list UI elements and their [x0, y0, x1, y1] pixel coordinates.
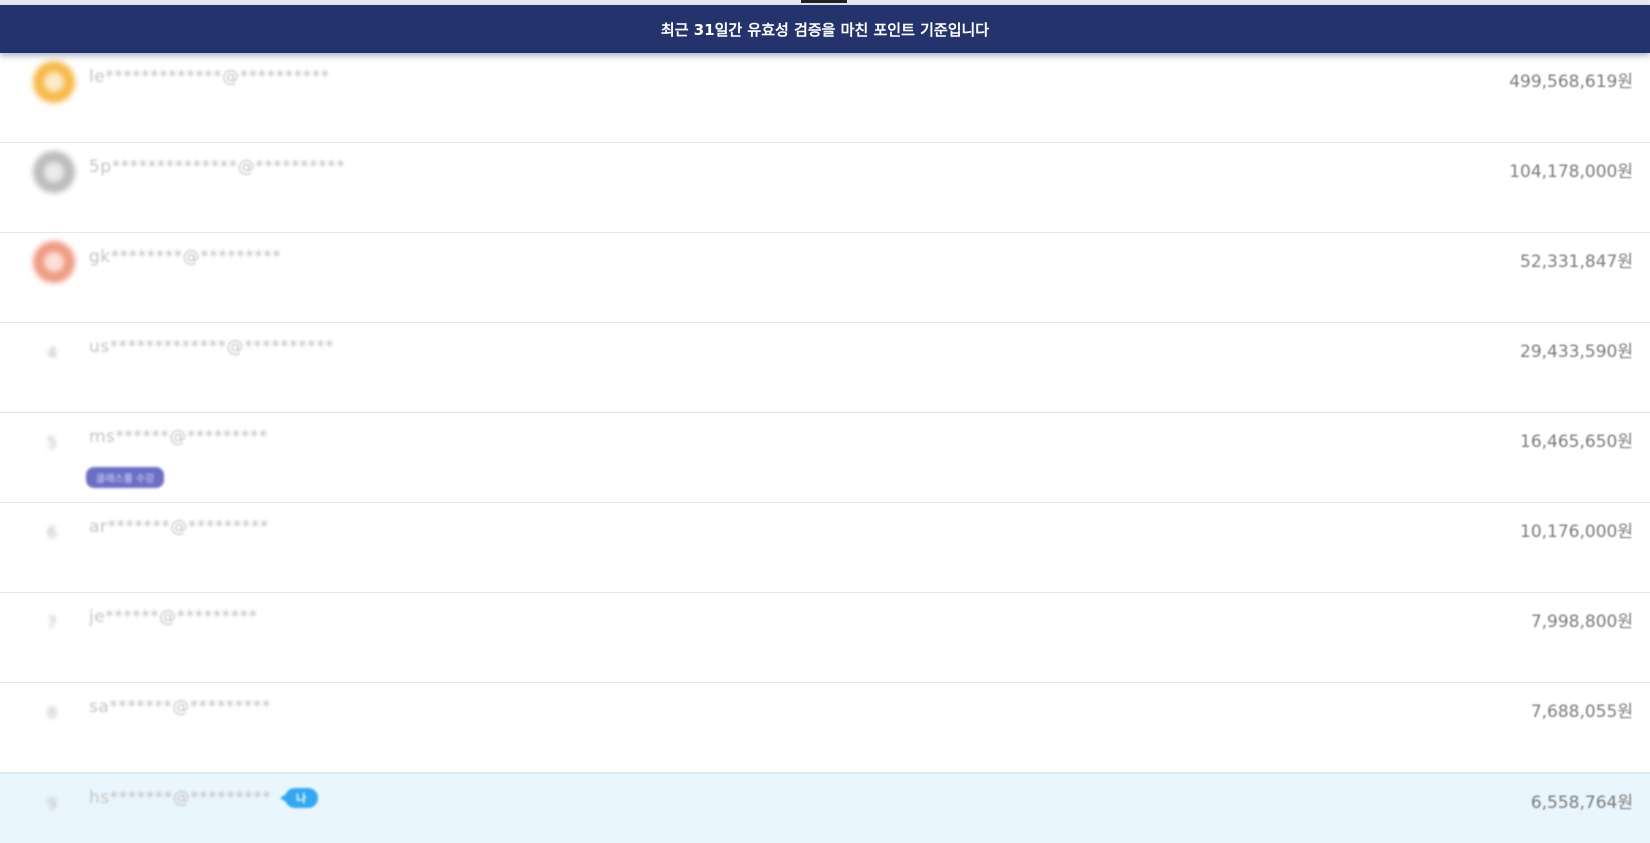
- gold-medal-icon: [33, 61, 75, 103]
- info-banner: 최근 31일간 유효성 검증을 마친 포인트 기준입니다: [0, 5, 1650, 53]
- rank-number: 4: [46, 343, 58, 362]
- ranking-page: 최근 31일간 유효성 검증을 마친 포인트 기준입니다 le*********…: [0, 0, 1650, 843]
- silver-medal-icon: [33, 151, 75, 193]
- masked-email: gk********@*********: [89, 247, 282, 267]
- rank-number: 6: [46, 523, 58, 542]
- point-amount: 6,558,764원: [1530, 793, 1633, 813]
- class-tag-badge: 클래스를 수강: [86, 467, 165, 488]
- masked-email: us*************@**********: [89, 337, 335, 357]
- point-amount: 52,331,847원: [1520, 252, 1633, 272]
- ranking-row-8[interactable]: 8 sa*******@********* 7,688,055원: [0, 683, 1650, 773]
- masked-email: hs*******@********* 나: [89, 788, 318, 808]
- masked-email: ms******@*********: [89, 427, 268, 447]
- ranking-row-7[interactable]: 7 je******@********* 7,998,800원: [0, 593, 1650, 683]
- rank-number: 9: [46, 794, 58, 813]
- ranking-row-me[interactable]: 9 hs*******@********* 나 6,558,764원: [0, 773, 1650, 843]
- me-badge: 나: [280, 788, 318, 808]
- masked-email: je******@*********: [89, 607, 258, 627]
- point-amount: 104,178,000원: [1509, 162, 1633, 182]
- banner-text: 최근 31일간 유효성 검증을 마친 포인트 기준입니다: [660, 20, 990, 39]
- ranking-row-2[interactable]: 5p**************@********** 104,178,000원: [0, 143, 1650, 233]
- ranking-row-3[interactable]: gk********@********* 52,331,847원: [0, 233, 1650, 323]
- ranking-row-4[interactable]: 4 us*************@********** 29,433,590원: [0, 323, 1650, 413]
- ranking-row-6[interactable]: 6 ar*******@********* 10,176,000원: [0, 503, 1650, 593]
- masked-email: ar*******@*********: [89, 517, 269, 537]
- masked-email: le*************@**********: [89, 67, 330, 87]
- rank-number: 5: [46, 433, 58, 452]
- ranking-row-1[interactable]: le*************@********** 499,568,619원: [0, 53, 1650, 143]
- ranking-list: le*************@********** 499,568,619원 …: [0, 53, 1650, 843]
- masked-email-text: hs*******@*********: [89, 788, 272, 808]
- masked-email: sa*******@*********: [89, 697, 271, 717]
- ranking-row-5[interactable]: 5 ms******@********* 클래스를 수강 16,465,650원: [0, 413, 1650, 503]
- point-amount: 10,176,000원: [1520, 522, 1633, 542]
- point-amount: 29,433,590원: [1520, 342, 1633, 362]
- rank-number: 8: [46, 703, 58, 722]
- point-amount: 16,465,650원: [1520, 432, 1633, 452]
- active-tab-indicator: [801, 0, 847, 3]
- point-amount: 7,688,055원: [1530, 702, 1633, 722]
- point-amount: 7,998,800원: [1530, 612, 1633, 632]
- rank-number: 7: [46, 613, 58, 632]
- masked-email: 5p**************@**********: [89, 157, 346, 177]
- bronze-medal-icon: [33, 241, 75, 283]
- point-amount: 499,568,619원: [1509, 72, 1633, 92]
